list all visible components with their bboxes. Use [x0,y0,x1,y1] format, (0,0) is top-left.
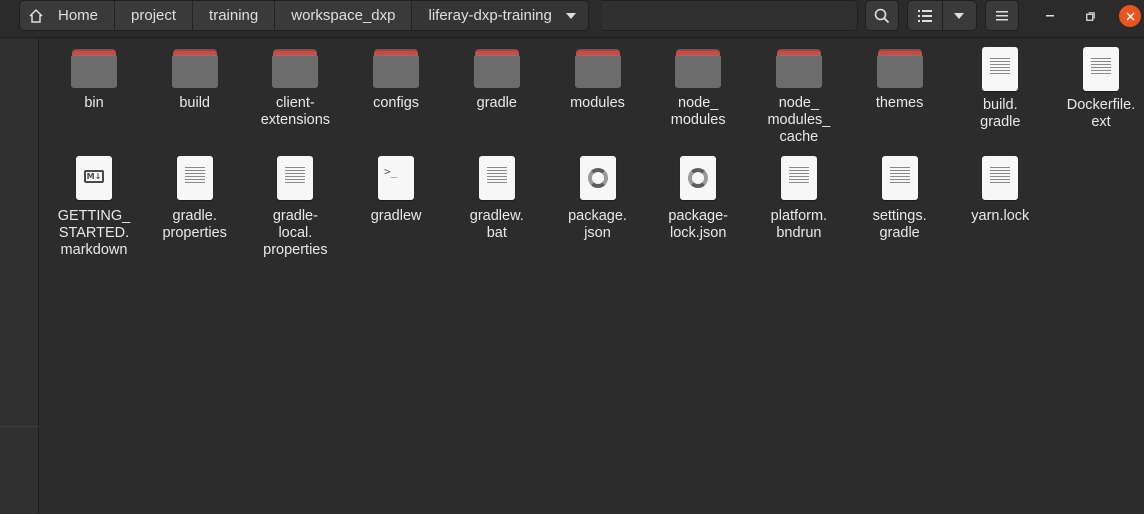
sidebar-divider [0,426,39,427]
folder-icon [574,47,622,89]
folder-icon [473,47,521,89]
folder-icon [271,47,319,89]
file-item[interactable]: gradle. properties [145,156,245,242]
folder-item[interactable]: bin [44,47,144,112]
text-file-icon [478,156,515,200]
file-item[interactable]: M↓ GETTING_ STARTED. markdown [44,156,144,259]
path-bar-empty-area[interactable] [602,0,858,31]
text-file-icon [1083,47,1119,91]
folder-icon [372,47,420,89]
view-options-button[interactable] [941,1,976,30]
file-item[interactable]: gradlew. bat [447,156,547,242]
places-sidebar[interactable] [0,39,39,514]
file-item[interactable]: yarn.lock [950,156,1050,225]
folder-item[interactable]: modules [548,47,648,112]
folder-item[interactable]: build [145,47,245,112]
breadcrumb-label: workspace_dxp [291,7,396,24]
file-name-label: package. json [568,208,627,241]
breadcrumb-training[interactable]: training [193,1,276,30]
breadcrumb-label: Home [58,7,99,24]
text-file-icon [982,47,1019,91]
file-item[interactable]: package- lock.json [648,156,748,242]
list-view-icon [917,9,932,22]
text-file-icon [277,156,314,200]
folder-icon [775,47,823,89]
folder-item[interactable]: gradle [447,47,547,112]
file-item[interactable]: Dockerfile. ext [1051,47,1144,131]
home-icon [29,8,43,23]
text-file-icon [176,156,213,200]
folder-icon [171,47,219,89]
maximize-button[interactable] [1079,5,1101,27]
file-name-label: gradle [476,95,517,111]
chevron-down-icon [954,12,965,19]
search-button[interactable] [865,0,899,31]
markdown-file-icon: M↓ [76,156,112,200]
breadcrumb: Home project training workspace_dxp life… [19,0,589,31]
file-name-label: build [179,95,210,111]
breadcrumb-label: liferay-dxp-training [428,7,552,24]
breadcrumb-label: training [209,7,259,24]
folder-item[interactable]: configs [346,47,446,112]
file-name-label: gradlew [370,208,422,224]
folder-icon [70,47,118,89]
folder-item[interactable]: node_ modules_ cache [749,47,849,146]
file-name-label: build. gradle [980,97,1021,130]
file-item[interactable]: >_gradlew [346,156,446,225]
text-file-icon [881,156,918,200]
folder-item[interactable]: client- extensions [245,47,345,129]
breadcrumb-home[interactable]: Home [20,1,116,30]
folder-item[interactable]: themes [850,47,950,112]
chevron-down-icon [565,12,576,19]
file-name-label: GETTING_ STARTED. markdown [57,208,131,258]
file-name-label: bin [84,95,104,111]
file-view[interactable]: bin build client- extensions configs gradle m… [40,39,1144,514]
file-item[interactable]: package. json [548,156,648,242]
folder-item[interactable]: node_ modules [648,47,748,129]
file-name-label: client- extensions [260,95,331,128]
file-name-label: gradle- local. properties [263,208,328,258]
minimize-button[interactable] [1039,5,1061,27]
file-name-label: platform. bndrun [770,208,828,241]
folder-icon [674,47,722,89]
list-view-button[interactable] [908,1,942,30]
view-toggle-group [907,0,977,31]
file-item[interactable]: gradle- local. properties [245,156,345,259]
file-name-label: gradlew. bat [469,208,524,241]
close-button[interactable] [1119,5,1141,27]
script-file-icon: >_ [378,156,415,200]
file-name-label: yarn.lock [971,208,1030,224]
minimize-icon [1046,15,1054,17]
text-file-icon [780,156,817,200]
file-name-label: gradle. properties [162,208,227,241]
file-name-label: modules [570,95,625,111]
json-file-icon [680,156,717,200]
maximize-icon [1085,11,1095,21]
file-name-label: package- lock.json [668,208,729,241]
file-name-label: configs [373,95,420,111]
file-name-label: themes [875,95,924,111]
file-name-label: Dockerfile. ext [1066,97,1136,130]
header-bar: Home project training workspace_dxp life… [0,0,1144,38]
json-file-icon [579,156,616,200]
file-name-label: settings. gradle [872,208,927,241]
breadcrumb-current[interactable]: liferay-dxp-training [412,1,588,30]
text-file-icon [982,156,1019,200]
file-name-label: node_ modules_ cache [767,95,831,145]
breadcrumb-workspace[interactable]: workspace_dxp [275,1,413,30]
breadcrumb-project[interactable]: project [115,1,194,30]
file-item[interactable]: settings. gradle [850,156,950,242]
file-name-label: node_ modules [670,95,726,128]
hamburger-menu-icon [996,10,1008,20]
file-item[interactable]: platform. bndrun [749,156,849,242]
main-menu-button[interactable] [985,0,1019,31]
folder-icon [876,47,924,89]
file-item[interactable]: build. gradle [950,47,1050,131]
search-icon [874,8,890,23]
breadcrumb-label: project [131,7,177,24]
close-icon [1125,11,1135,21]
